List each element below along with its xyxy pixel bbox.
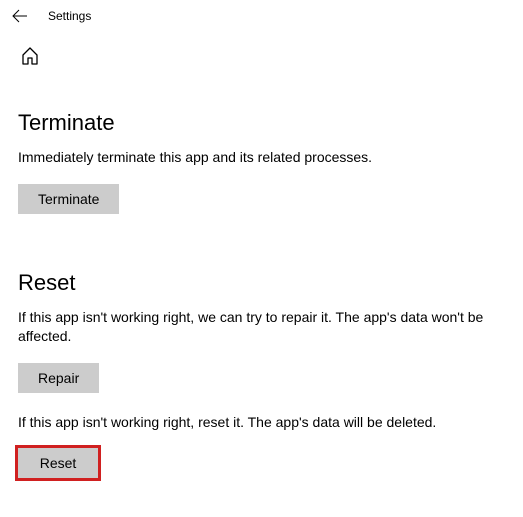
home-icon[interactable]	[20, 46, 40, 66]
terminate-title: Terminate	[18, 110, 505, 136]
reset-section: Reset If this app isn't working right, w…	[18, 270, 505, 479]
terminate-button[interactable]: Terminate	[18, 184, 119, 214]
reset-button[interactable]: Reset	[18, 448, 98, 478]
repair-desc: If this app isn't working right, we can …	[18, 308, 505, 347]
content: Terminate Immediately terminate this app…	[0, 110, 523, 478]
reset-desc: If this app isn't working right, reset i…	[18, 413, 505, 433]
page-title: Settings	[48, 9, 91, 23]
terminate-desc: Immediately terminate this app and its r…	[18, 148, 505, 168]
back-arrow-icon[interactable]	[12, 8, 28, 24]
reset-title: Reset	[18, 270, 505, 296]
header: Settings	[0, 0, 523, 32]
terminate-section: Terminate Immediately terminate this app…	[18, 110, 505, 214]
repair-button[interactable]: Repair	[18, 363, 99, 393]
